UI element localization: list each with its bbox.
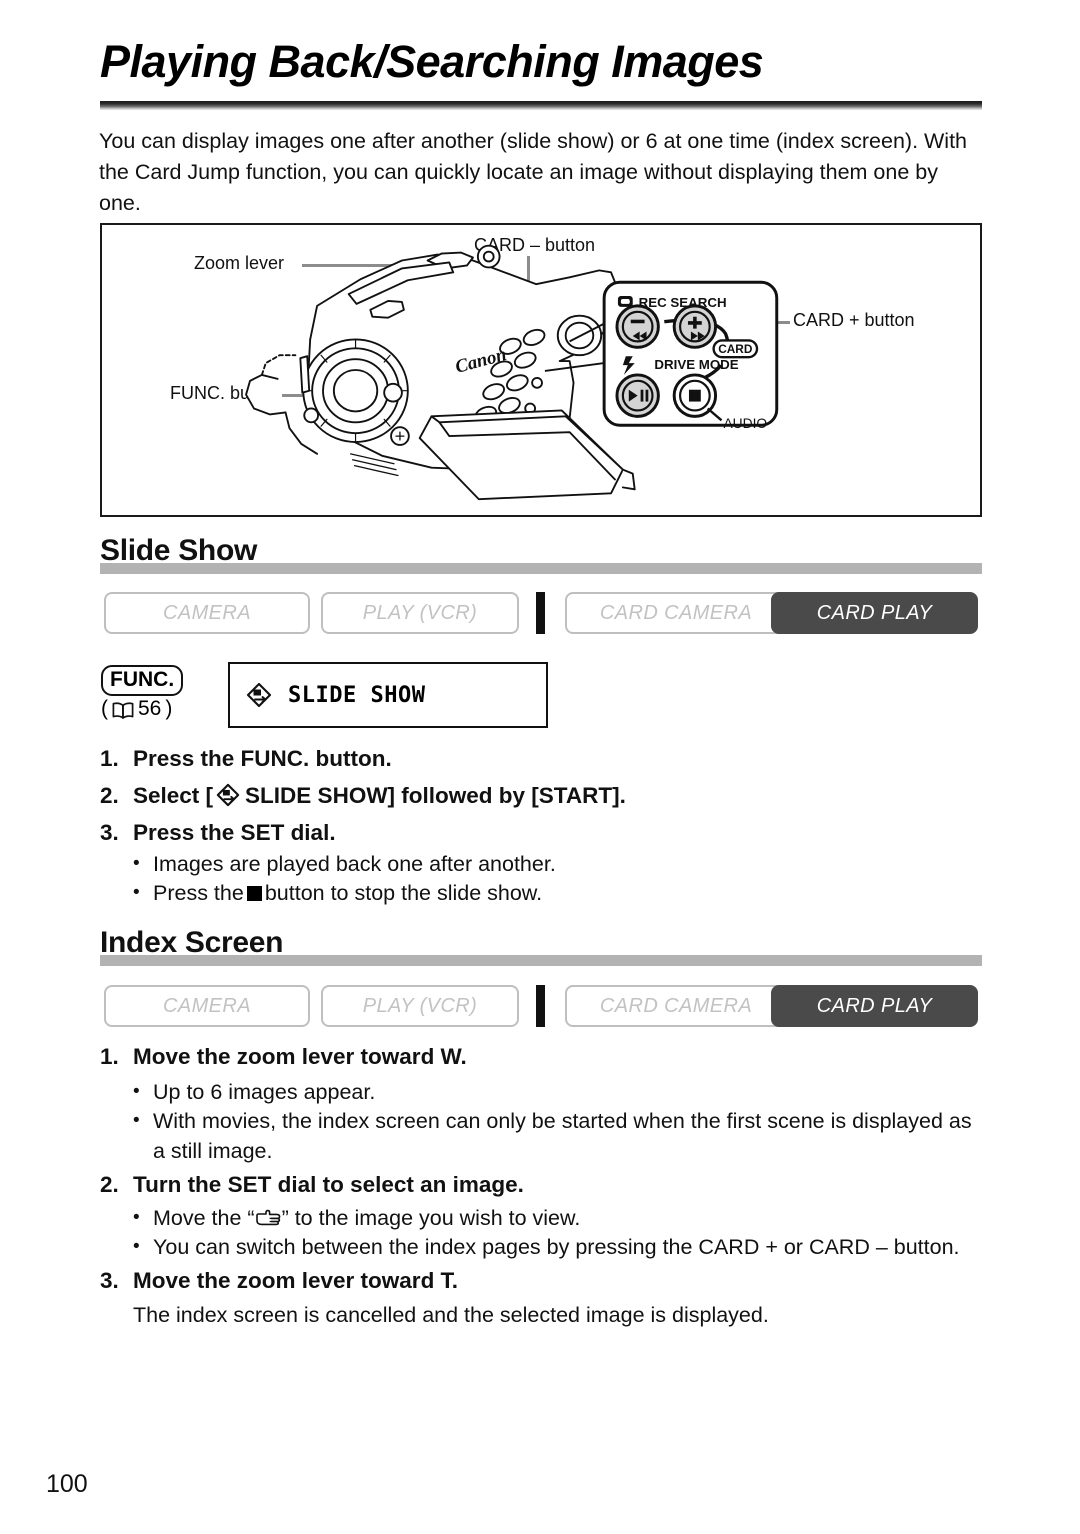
mode-badge-card-play[interactable]: CARD PLAY [771, 985, 978, 1027]
svg-text:DRIVE MODE: DRIVE MODE [654, 357, 738, 372]
step-text-post: SLIDE SHOW] followed by [START]. [245, 783, 626, 808]
page-number: 100 [46, 1470, 88, 1498]
slideshow-step-3: 3. Press the SET dial. [100, 820, 336, 846]
index-bullet-1: • Up to 6 images appear. [133, 1077, 973, 1107]
bullet-text: Images are played back one after another… [153, 852, 556, 876]
rule-index-screen [100, 955, 982, 966]
leader-card-plus [652, 321, 790, 324]
step-number: 2. [100, 1172, 119, 1197]
bullet-dot: • [133, 1110, 140, 1131]
label-card-plus: CARD + button [793, 310, 915, 330]
slide-show-icon [246, 682, 272, 708]
intro-paragraph: You can display images one after another… [99, 129, 968, 215]
bullet-text: With movies, the index screen can only b… [153, 1109, 972, 1163]
mode-badge-camera[interactable]: CAMERA [104, 592, 310, 634]
svg-text:Canon: Canon [453, 344, 509, 378]
step-text: Turn the SET dial to select an image. [133, 1172, 524, 1197]
svg-text:CARD: CARD [718, 342, 753, 356]
lcd-menu-label: SLIDE SHOW [288, 682, 426, 708]
bullet-text-post: button to stop the slide show. [264, 881, 543, 905]
page-ref-number: 56 [138, 697, 162, 720]
index-step-1: 1. Move the zoom lever toward W. [100, 1044, 467, 1070]
step-number: 1. [100, 746, 119, 771]
mode-separator [536, 592, 545, 634]
page-reference: ( 56 ) [101, 697, 172, 721]
camcorder-diagram: Zoom lever FUNC. button CARD – button CA… [100, 223, 982, 517]
mode-separator [536, 985, 545, 1027]
slideshow-bullet-1: • Images are played back one after anoth… [133, 849, 963, 879]
bullet-dot: • [133, 1236, 140, 1257]
page-ref-close: ) [165, 697, 173, 720]
slideshow-step-1: 1. Press the FUNC. button. [100, 746, 392, 772]
title-rule [100, 101, 982, 110]
page-ref-open: ( [101, 697, 108, 720]
step-number: 3. [100, 820, 119, 845]
svg-text:AUDIO: AUDIO [723, 416, 767, 431]
bullet-dot: • [133, 1081, 140, 1102]
step-text: Press the FUNC. button. [133, 746, 392, 771]
pointing-hand-icon [255, 1206, 282, 1226]
index-step-2: 2. Turn the SET dial to select an image. [100, 1172, 524, 1198]
bullet-text-pre: Move the “ [153, 1206, 255, 1230]
bullet-text-wrap: Press the button to stop the slide show. [153, 878, 542, 908]
mode-badges-index-screen: CAMERA PLAY (VCR) CARD CAMERA CARD PLAY [104, 985, 978, 1027]
leader-func-button [282, 394, 387, 397]
bullet-text-wrap: Move the “ ” to the image you wish to vi… [153, 1203, 580, 1233]
rule-slide-show [100, 563, 982, 574]
slide-show-icon-inline [216, 783, 241, 807]
step-text: Press the SET dial. [133, 820, 336, 845]
index-step-3: 3. Move the zoom lever toward T. [100, 1268, 458, 1294]
slideshow-bullet-2: • Press the button to stop the slide show… [133, 878, 963, 908]
step-text-pre: Select [ [133, 783, 214, 808]
bullet-dot: • [133, 1207, 140, 1228]
leader-zoom-lever [302, 264, 447, 267]
bullet-text: Up to 6 images appear. [153, 1080, 376, 1104]
mode-badge-card-camera[interactable]: CARD CAMERA [565, 985, 787, 1027]
index-bullet-2: • With movies, the index screen can only… [133, 1106, 978, 1166]
index-step-3-note: The index screen is cancelled and the se… [133, 1303, 769, 1327]
bullet-dot: • [133, 853, 140, 874]
leader-card-minus [527, 256, 530, 318]
stop-square-icon [246, 886, 262, 901]
slideshow-step-2: 2. Select [ SLIDE SHOW] followed by [STA… [100, 783, 626, 809]
bullet-text: You can switch between the index pages b… [153, 1235, 960, 1259]
control-panel-callout: REC SEARCH CARD DRIVE MODE AUDIO [544, 280, 779, 431]
bullet-dot: • [133, 882, 140, 903]
book-icon [112, 701, 134, 719]
lcd-menu-box: SLIDE SHOW [228, 662, 548, 728]
index-bullet-4: • You can switch between the index pages… [133, 1232, 983, 1262]
mode-badges-slide-show: CAMERA PLAY (VCR) CARD CAMERA CARD PLAY [104, 592, 978, 634]
leader-zoom-lever-drop [445, 264, 448, 280]
manual-page: Playing Back/Searching Images You can di… [0, 0, 1080, 1534]
page-title: Playing Back/Searching Images [100, 36, 764, 87]
mode-badge-play-vcr[interactable]: PLAY (VCR) [321, 985, 519, 1027]
step-text: Move the zoom lever toward T. [133, 1268, 459, 1293]
svg-text:REC SEARCH: REC SEARCH [639, 295, 727, 310]
label-zoom-lever: Zoom lever [194, 253, 285, 273]
step-number: 2. [100, 783, 119, 808]
step-number: 3. [100, 1268, 119, 1293]
mode-badge-card-play[interactable]: CARD PLAY [771, 592, 978, 634]
step-text: Move the zoom lever toward W. [133, 1044, 467, 1069]
label-card-minus: CARD – button [474, 235, 596, 255]
func-button-badge[interactable]: FUNC. [101, 665, 184, 697]
bullet-text-pre: Press the [153, 881, 244, 905]
mode-badge-card-camera[interactable]: CARD CAMERA [565, 592, 787, 634]
index-bullet-3: • Move the “ ” to the image you wish to … [133, 1203, 978, 1233]
bullet-text-post: ” to the image you wish to view. [281, 1206, 581, 1230]
label-func-button: FUNC. button [170, 383, 281, 403]
mode-badge-play-vcr[interactable]: PLAY (VCR) [321, 592, 519, 634]
mode-badge-camera[interactable]: CAMERA [104, 985, 310, 1027]
step-number: 1. [100, 1044, 119, 1069]
